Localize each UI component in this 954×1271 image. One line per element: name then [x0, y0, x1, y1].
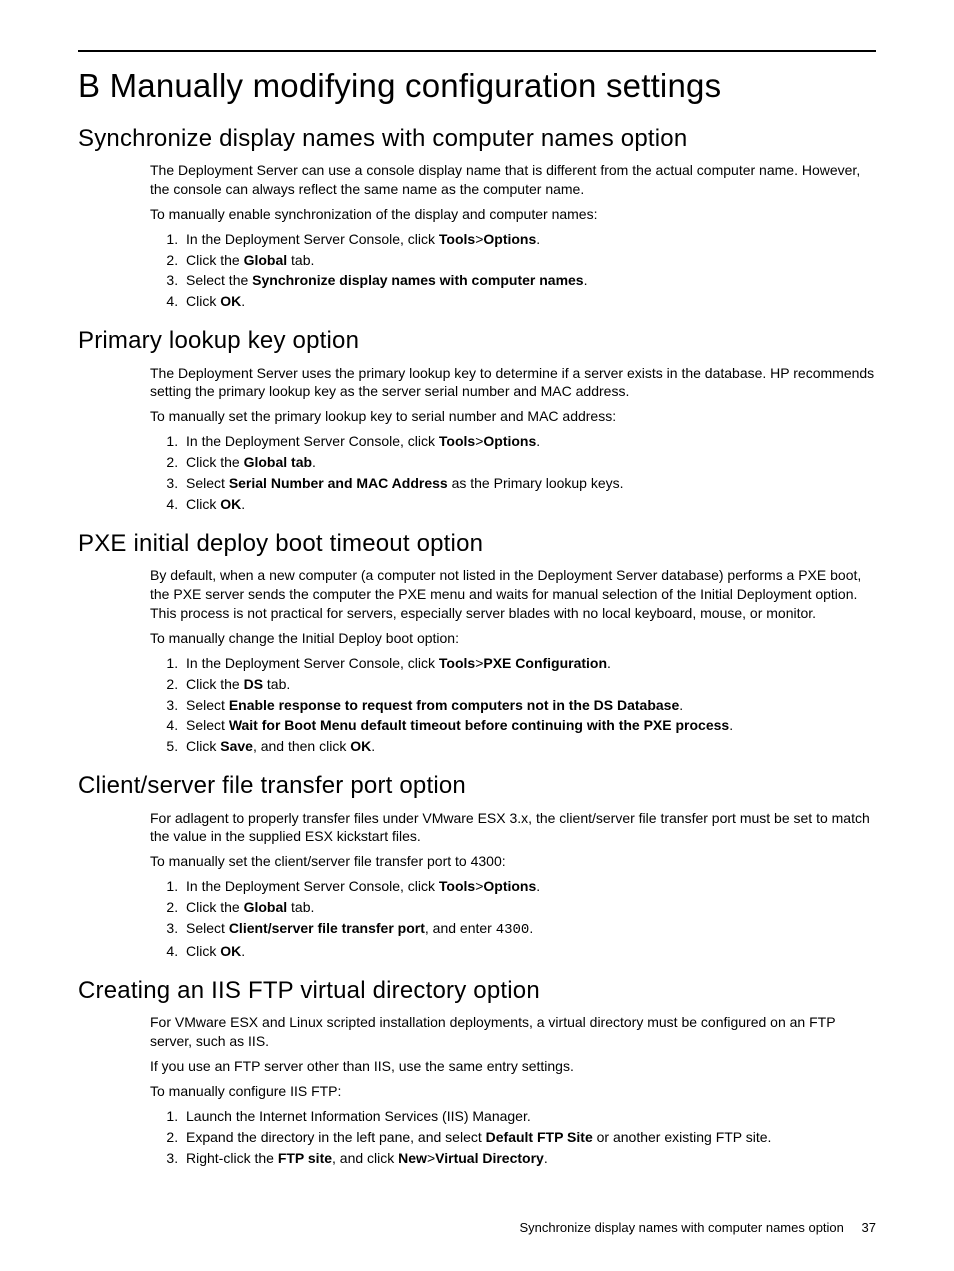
footer-text: Synchronize display names with computer …: [519, 1220, 843, 1235]
ordered-list: In the Deployment Server Console, click …: [150, 654, 876, 756]
list-item: Click the Global tab.: [182, 898, 876, 917]
ordered-list: Launch the Internet Information Services…: [150, 1107, 876, 1168]
list-item: In the Deployment Server Console, click …: [182, 877, 876, 896]
paragraph: If you use an FTP server other than IIS,…: [150, 1057, 876, 1076]
list-item: Expand the directory in the left pane, a…: [182, 1128, 876, 1147]
section-body-pxe: By default, when a new computer (a compu…: [150, 566, 876, 756]
list-item: Click the Global tab.: [182, 453, 876, 472]
page-footer: Synchronize display names with computer …: [519, 1219, 876, 1237]
paragraph: For adlagent to properly transfer files …: [150, 809, 876, 847]
paragraph: The Deployment Server uses the primary l…: [150, 364, 876, 402]
list-item: Click OK.: [182, 495, 876, 514]
paragraph: To manually set the client/server file t…: [150, 852, 876, 871]
ordered-list: In the Deployment Server Console, click …: [150, 230, 876, 312]
list-item: Click OK.: [182, 292, 876, 311]
section-body-iis: For VMware ESX and Linux scripted instal…: [150, 1013, 876, 1167]
section-heading-primary: Primary lookup key option: [78, 325, 876, 357]
paragraph: The Deployment Server can use a console …: [150, 161, 876, 199]
paragraph: By default, when a new computer (a compu…: [150, 566, 876, 623]
list-item: Select Enable response to request from c…: [182, 696, 876, 715]
list-item: Click Save, and then click OK.: [182, 737, 876, 756]
paragraph: To manually configure IIS FTP:: [150, 1082, 876, 1101]
list-item: In the Deployment Server Console, click …: [182, 654, 876, 673]
section-heading-pxe: PXE initial deploy boot timeout option: [78, 528, 876, 560]
list-item: Select Client/server file transfer port,…: [182, 919, 876, 940]
document-page: B Manually modifying configuration setti…: [0, 0, 954, 1271]
list-item: Right-click the FTP site, and click New>…: [182, 1149, 876, 1168]
list-item: Click OK.: [182, 942, 876, 961]
paragraph: To manually enable synchronization of th…: [150, 205, 876, 224]
section-heading-iis: Creating an IIS FTP virtual directory op…: [78, 975, 876, 1007]
ordered-list: In the Deployment Server Console, click …: [150, 432, 876, 514]
section-body-primary: The Deployment Server uses the primary l…: [150, 364, 876, 514]
list-item: Select the Synchronize display names wit…: [182, 271, 876, 290]
list-item: Click the Global tab.: [182, 251, 876, 270]
list-item: Launch the Internet Information Services…: [182, 1107, 876, 1126]
ordered-list: In the Deployment Server Console, click …: [150, 877, 876, 961]
list-item: In the Deployment Server Console, click …: [182, 230, 876, 249]
list-item: Click the DS tab.: [182, 675, 876, 694]
horizontal-rule: [78, 50, 876, 52]
list-item: Select Wait for Boot Menu default timeou…: [182, 716, 876, 735]
list-item: In the Deployment Server Console, click …: [182, 432, 876, 451]
page-number: 37: [862, 1220, 876, 1235]
paragraph: For VMware ESX and Linux scripted instal…: [150, 1013, 876, 1051]
list-item: Select Serial Number and MAC Address as …: [182, 474, 876, 493]
paragraph: To manually set the primary lookup key t…: [150, 407, 876, 426]
paragraph: To manually change the Initial Deploy bo…: [150, 629, 876, 648]
section-body-port: For adlagent to properly transfer files …: [150, 809, 876, 961]
section-heading-port: Client/server file transfer port option: [78, 770, 876, 802]
page-title: B Manually modifying configuration setti…: [78, 64, 876, 109]
section-body-sync: The Deployment Server can use a console …: [150, 161, 876, 311]
section-heading-sync: Synchronize display names with computer …: [78, 123, 876, 155]
